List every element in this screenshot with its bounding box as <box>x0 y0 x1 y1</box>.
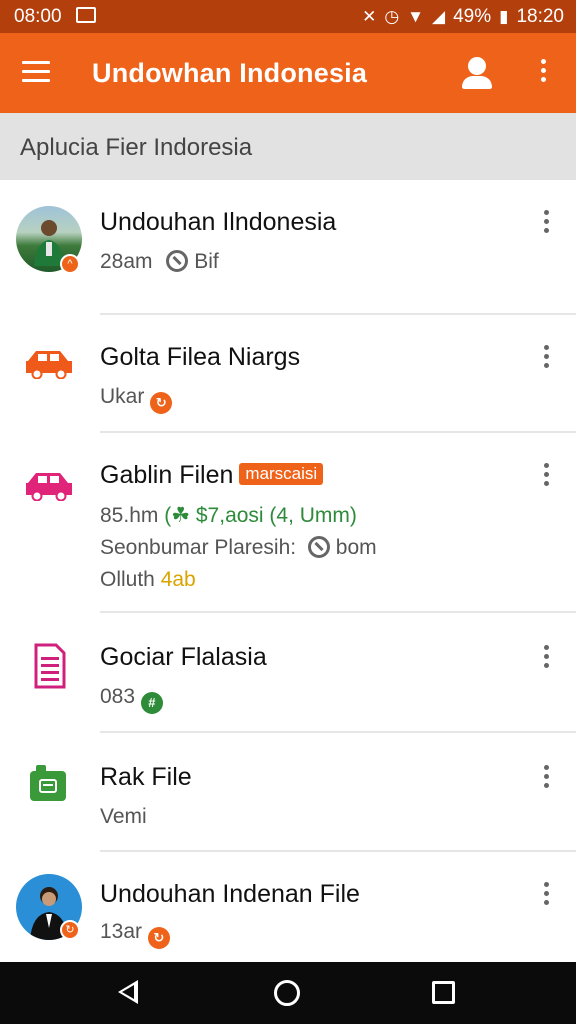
status-bar: 08:00 ✕ ◷ ▼ ◢ 49% ▮ 18:20 <box>0 0 576 33</box>
item-meta: Ukar <box>100 385 145 408</box>
badge-icon: ↻ <box>147 927 170 949</box>
item-title: Undouhan Ilndonesia <box>100 208 337 236</box>
apk-icon <box>30 765 66 801</box>
list-item[interactable]: ↻ Undouhan Indenan File 13ar ↻ <box>0 852 576 962</box>
item-meta: 083 <box>100 685 136 708</box>
status-right: ✕ ◷ ▼ ◢ 49% ▮ 18:20 <box>362 6 564 28</box>
document-icon <box>34 643 66 689</box>
item-detail-label: Seonbumar Plaresih: <box>100 536 297 559</box>
item-detail: Seonbumar Plaresih: bom <box>100 536 377 560</box>
badge-icon: ↻ <box>150 392 173 414</box>
list-item[interactable]: Gablin Filen marscaisi 85.hm (☘ $7,aosi (… <box>0 433 576 613</box>
status-time-right: 18:20 <box>516 6 564 27</box>
clock-icon: ◷ <box>384 7 400 26</box>
item-detail: Olluth 4ab <box>100 568 196 592</box>
badge-icon: # <box>140 692 163 714</box>
item-meta: 13ar <box>100 920 143 943</box>
list-item[interactable]: ^ Undouhan Ilndonesia 28am Bif <box>0 180 576 315</box>
settings-icon <box>307 536 330 558</box>
item-subtitle: 28am Bif <box>100 250 219 274</box>
wifi-icon: ▼ <box>407 7 424 26</box>
status-badge: marscaisi <box>239 463 324 485</box>
item-meta: Bif <box>194 250 219 273</box>
item-time: 28am <box>100 250 153 273</box>
item-title: Undouhan Indenan File <box>100 880 360 908</box>
more-vert-icon[interactable] <box>540 345 552 371</box>
section-header-label: Aplucia Fier Indoresia <box>20 134 253 161</box>
item-subtitle: 13ar ↻ <box>100 920 170 949</box>
status-time: 08:00 <box>14 6 62 27</box>
settings-icon <box>166 250 189 272</box>
item-title: Gociar Flalasia <box>100 643 267 671</box>
item-subtitle: 85.hm (☘ $7,aosi (4, Umm) <box>100 503 357 528</box>
account-icon[interactable] <box>460 57 494 89</box>
back-icon[interactable] <box>118 980 138 1004</box>
more-vert-icon[interactable] <box>538 59 548 89</box>
section-header: Aplucia Fier Indoresia <box>0 113 576 180</box>
item-title: Golta Filea Niargs <box>100 343 301 371</box>
item-time: 85.hm <box>100 504 159 527</box>
battery-icon: ▮ <box>499 7 509 26</box>
app-bar: Undowhan Indonesia <box>0 33 576 113</box>
more-vert-icon[interactable] <box>540 882 552 908</box>
battery-percent: 49% <box>453 6 492 27</box>
notification-badge: ↻ <box>60 920 80 940</box>
list-item[interactable]: Rak File Vemi <box>0 733 576 852</box>
navigation-bar <box>0 962 576 1024</box>
list-item[interactable]: Golta Filea Niargs Ukar ↻ <box>0 315 576 433</box>
car-icon <box>26 473 72 501</box>
more-vert-icon[interactable] <box>540 645 552 671</box>
image-notification-icon <box>76 7 96 23</box>
app-title: Undowhan Indonesia <box>92 58 368 88</box>
more-vert-icon[interactable] <box>540 463 552 489</box>
item-detail-value: 4ab <box>160 568 196 591</box>
item-price: (☘ $7,aosi (4, Umm) <box>164 504 357 527</box>
mute-icon: ✕ <box>362 7 377 26</box>
notification-badge: ^ <box>60 254 80 274</box>
signal-icon: ◢ <box>431 7 446 26</box>
item-detail-value: bom <box>335 536 377 559</box>
item-title: Rak File <box>100 763 192 791</box>
item-subtitle: Ukar ↻ <box>100 385 173 414</box>
car-icon <box>26 351 72 379</box>
more-vert-icon[interactable] <box>540 765 552 791</box>
recents-icon[interactable] <box>432 981 455 1004</box>
item-subtitle: Vemi <box>100 805 147 828</box>
more-vert-icon[interactable] <box>540 210 552 236</box>
menu-icon[interactable] <box>22 61 50 83</box>
item-subtitle: 083 # <box>100 685 163 714</box>
item-detail-label: Olluth <box>100 568 155 591</box>
list-item[interactable]: Gociar Flalasia 083 # <box>0 613 576 733</box>
home-icon[interactable] <box>274 980 300 1006</box>
item-title-text: Gablin Filen <box>100 461 234 489</box>
item-title: Gablin Filen marscaisi <box>100 461 324 490</box>
